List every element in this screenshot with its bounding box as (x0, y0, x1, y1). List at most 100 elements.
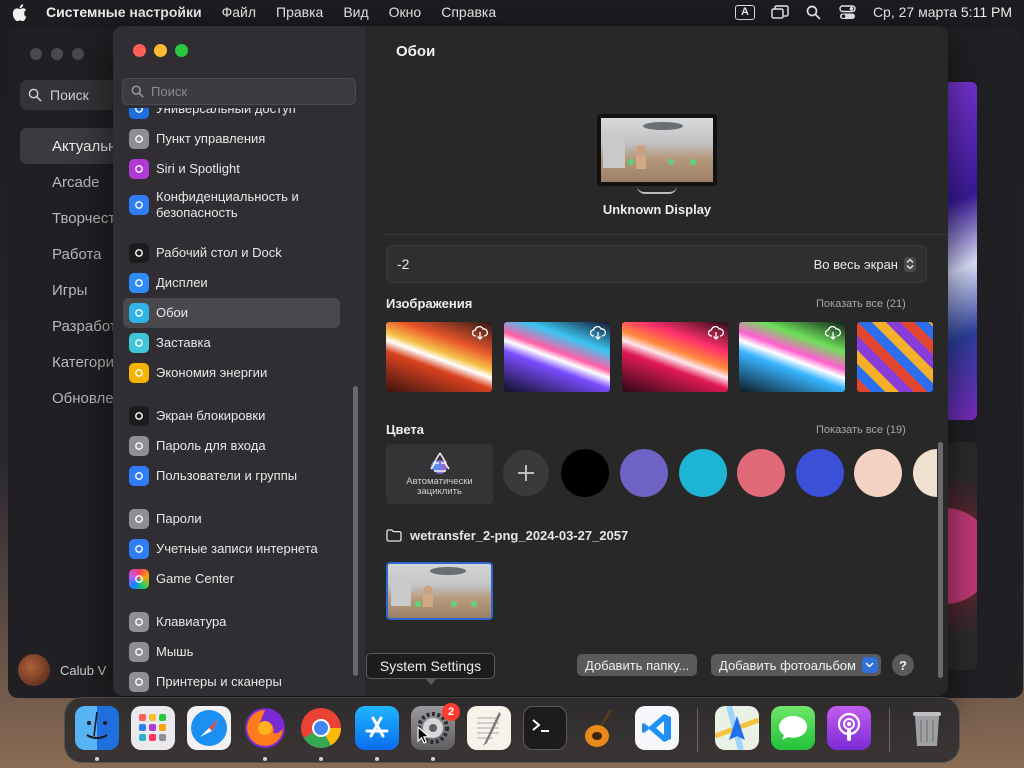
sidebar-item-label: Siri и Spotlight (156, 161, 240, 176)
folder-wallpaper-thumbnail[interactable] (386, 562, 493, 620)
add-photo-album-label: Добавить фотоальбом (719, 657, 856, 673)
help-button[interactable]: ? (892, 654, 914, 676)
menu-view[interactable]: Вид (343, 4, 368, 20)
running-indicator (319, 757, 323, 761)
menu-file[interactable]: Файл (222, 4, 256, 20)
sidebar-item[interactable]: Дисплеи (123, 268, 340, 298)
sidebar-item[interactable]: Пользователи и группы (123, 461, 340, 491)
cloud-download-icon (590, 326, 606, 340)
page-title: Обои (396, 43, 436, 60)
color-swatch[interactable] (854, 449, 902, 497)
minimize-button[interactable] (154, 44, 167, 57)
chrome-icon[interactable] (299, 706, 343, 750)
menu-clock[interactable]: Ср, 27 марта 5:11 PM (873, 4, 1012, 20)
plus-icon (518, 465, 534, 481)
terminal-icon[interactable] (523, 706, 567, 750)
add-color-button[interactable] (503, 450, 549, 496)
podcasts-icon[interactable] (827, 706, 871, 750)
add-photo-album-button[interactable]: Добавить фотоальбом (711, 654, 881, 676)
folder-icon (386, 529, 402, 542)
display-preview[interactable] (597, 114, 717, 198)
color-swatch[interactable] (737, 449, 785, 497)
background-user-name: Calub V (60, 662, 107, 678)
stage-manager-icon[interactable] (771, 4, 789, 20)
apple-menu-icon[interactable] (12, 3, 28, 21)
folder-header: wetransfer_2-png_2024-03-27_2057 (386, 528, 628, 543)
menu-edit[interactable]: Правка (276, 4, 323, 20)
sidebar-item[interactable]: Экономия энергии (123, 358, 340, 388)
control-center-menu-icon[interactable] (839, 4, 857, 20)
sidebar-item[interactable]: Заставка (123, 328, 340, 358)
sidebar-item[interactable]: Учетные записи интернета (123, 534, 340, 564)
menu-window[interactable]: Окно (389, 4, 422, 20)
wallpaper-thumbnail[interactable] (504, 322, 610, 392)
sidebar-item[interactable]: Мышь (123, 637, 340, 667)
textedit-icon[interactable] (467, 706, 511, 750)
background-artwork (945, 82, 977, 420)
sidebar-item[interactable]: Клавиатура (123, 607, 340, 637)
sidebar-item[interactable]: Обои (123, 298, 340, 328)
auto-cycle-tile[interactable]: Автоматически зациклить (386, 444, 493, 504)
app-store-icon[interactable] (355, 706, 399, 750)
sidebar-item[interactable]: Принтеры и сканеры (123, 667, 340, 696)
wallpaper-thumbnail[interactable] (739, 322, 845, 392)
colors-show-all-link[interactable]: Показать все (19) (816, 424, 906, 436)
images-show-all-link[interactable]: Показать все (21) (816, 298, 906, 310)
display-name: Unknown Display (602, 202, 712, 217)
cloud-download-icon (708, 326, 724, 340)
finder-icon[interactable] (75, 706, 119, 750)
sidebar-item[interactable]: Пароли (123, 504, 340, 534)
safari-icon[interactable] (187, 706, 231, 750)
sidebar-item-label: Пароль для входа (156, 438, 266, 453)
sidebar-item-label: Универсальный доступ (156, 108, 296, 116)
firefox-icon[interactable] (243, 706, 287, 750)
display-wallpaper-preview (597, 114, 717, 186)
sidebar-item[interactable]: Универсальный доступ (123, 108, 340, 124)
menu-app-name[interactable]: Системные настройки (46, 4, 202, 20)
sidebar-item[interactable]: Конфиденциальность и безопасность (123, 184, 340, 226)
search-input[interactable] (151, 84, 341, 99)
spotlight-search-icon[interactable] (805, 4, 823, 20)
sidebar-item[interactable]: Экран блокировки (123, 401, 340, 431)
running-indicator (263, 757, 267, 761)
color-swatch[interactable] (679, 449, 727, 497)
game-center-icon (129, 569, 149, 589)
sidebar-item[interactable]: Game Center (123, 564, 340, 594)
colors-section-title: Цвета (386, 422, 424, 437)
folder-name: wetransfer_2-png_2024-03-27_2057 (410, 528, 629, 543)
color-swatch[interactable] (561, 449, 609, 497)
wallpaper-icon (129, 303, 149, 323)
control-center-icon (129, 129, 149, 149)
sidebar-item[interactable]: Пункт управления (123, 124, 340, 154)
sidebar-item[interactable]: Пароль для входа (123, 431, 340, 461)
background-user-account[interactable]: Calub V (18, 654, 106, 686)
sidebar-item[interactable]: Рабочий стол и Dock (123, 238, 340, 268)
garageband-icon[interactable] (579, 706, 623, 750)
wallpaper-thumbnail[interactable] (857, 322, 933, 392)
accessibility-icon (129, 108, 149, 119)
close-button[interactable] (133, 44, 146, 57)
messages-icon[interactable] (771, 706, 815, 750)
trash-icon[interactable] (905, 706, 949, 750)
color-swatch[interactable] (913, 449, 937, 497)
input-source-icon[interactable]: A (734, 4, 755, 20)
vscode-icon[interactable] (635, 706, 679, 750)
wallpaper-thumbnail[interactable] (386, 322, 492, 392)
fill-mode-select[interactable]: Во весь экран (814, 256, 916, 272)
maps-icon[interactable] (715, 706, 759, 750)
content-scrollbar[interactable] (938, 442, 943, 678)
color-swatch[interactable] (796, 449, 844, 497)
color-swatch[interactable] (620, 449, 668, 497)
window-controls (133, 44, 188, 57)
sidebar-item[interactable]: Siri и Spotlight (123, 154, 340, 184)
menu-help[interactable]: Справка (441, 4, 496, 20)
sidebar-item-label: Обои (156, 305, 189, 320)
wallpaper-thumbnail[interactable] (622, 322, 728, 392)
add-folder-button[interactable]: Добавить папку... (577, 654, 698, 676)
siri-icon (129, 159, 149, 179)
sidebar-item-label: Экономия энергии (156, 365, 268, 380)
running-indicator (431, 757, 435, 761)
launchpad-icon[interactable] (131, 706, 175, 750)
sidebar-scrollbar[interactable] (353, 386, 359, 686)
zoom-button[interactable] (175, 44, 188, 57)
